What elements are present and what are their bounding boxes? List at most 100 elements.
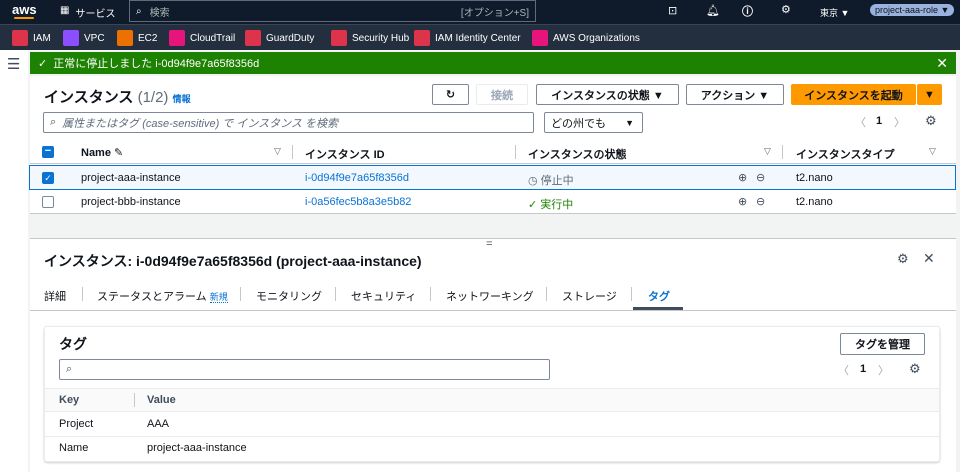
caret-down-icon: ▼ (924, 88, 935, 101)
column-header-key[interactable]: Key (59, 394, 79, 406)
favorite-iam[interactable]: IAM (12, 30, 51, 46)
zoom-in-icon[interactable]: ⊕ (738, 171, 747, 184)
help-icon[interactable]: ⓘ (742, 3, 753, 19)
tab-status-alarms[interactable]: ステータスとアラーム 新規 (97, 288, 228, 304)
tab-details[interactable]: 詳細 (44, 288, 66, 304)
instance-state-dropdown[interactable]: インスタンスの状態 ▼ (536, 84, 679, 105)
hamburger-menu-icon[interactable]: ☰ (7, 55, 20, 73)
instance-search-input[interactable]: ⌕ 属性またはタグ (case-sensitive) で インスタンス を検索 (43, 112, 534, 133)
settings-icon[interactable]: ⚙ (909, 361, 921, 377)
gear-icon[interactable]: ⚙ (781, 3, 791, 16)
clock-icon: ◷ (528, 175, 538, 187)
row-checkbox[interactable] (42, 196, 54, 208)
instance-type: t2.nano (796, 172, 833, 184)
region-filter-select[interactable]: どの州でも ▼ (544, 112, 643, 133)
check-circle-icon: ✓ (38, 57, 48, 70)
row-checkbox[interactable]: ✓ (42, 172, 54, 184)
table-row[interactable]: project-bbb-instance i-0a56fec5b8a3e5b82… (30, 190, 956, 214)
close-icon[interactable]: ✕ (936, 55, 948, 72)
zoom-out-icon[interactable]: ⊖ (756, 171, 765, 184)
close-panel-icon[interactable]: ✕ (923, 250, 935, 267)
detail-title: インスタンス: i-0d94f9e7a65f8356d (project-aaa… (44, 253, 422, 269)
tab-monitoring[interactable]: モニタリング (256, 288, 322, 304)
favorites-bar: IAM VPC EC2 CloudTrail GuardDuty Security Hub… (0, 24, 960, 50)
prev-page-icon[interactable]: 〈 (838, 362, 849, 378)
column-header-instance-id[interactable]: インスタンス ID (305, 146, 385, 162)
cloudshell-icon[interactable]: ⊡ (668, 4, 677, 17)
tag-search-input[interactable]: ⌕ (59, 359, 550, 380)
connect-button[interactable]: 接続 (476, 84, 528, 105)
zoom-out-icon[interactable]: ⊖ (756, 195, 765, 208)
instance-name: project-aaa-instance (81, 172, 181, 184)
refresh-icon: ↻ (445, 89, 456, 101)
global-search-input[interactable]: ⌕ 検索 [オプション+S] (129, 0, 536, 22)
tab-security[interactable]: セキュリティ (351, 288, 416, 304)
tag-key: Project (59, 418, 94, 430)
instance-id-link[interactable]: i-0a56fec5b8a3e5b82 (305, 196, 411, 208)
drag-handle[interactable]: = (486, 238, 492, 250)
instance-name: project-bbb-instance (81, 196, 181, 208)
favorite-ec2[interactable]: EC2 (117, 30, 157, 46)
column-header-instance-state[interactable]: インスタンスの状態 (528, 146, 627, 162)
account-role-menu[interactable]: project-aaa-role ▼ (870, 4, 955, 16)
sidebar-collapsed (0, 50, 28, 472)
aws-logo-smile (14, 17, 34, 19)
filter-icon[interactable]: ▽ (274, 146, 281, 157)
info-link[interactable]: 情報 (173, 94, 191, 104)
tag-key: Name (59, 442, 89, 454)
select-all-checkbox[interactable]: − (42, 146, 54, 158)
service-icon (245, 30, 261, 46)
tab-tags[interactable]: タグ (648, 288, 670, 304)
grid-icon: ▦ (60, 5, 70, 16)
table-row[interactable]: ✓ project-aaa-instance i-0d94f9e7a65f835… (29, 165, 956, 190)
manage-tags-button[interactable]: タグを管理 (840, 333, 925, 355)
launch-dropdown-button[interactable]: ▼ (917, 84, 942, 105)
search-icon: ⌕ (50, 116, 57, 128)
favorite-vpc[interactable]: VPC (63, 30, 105, 46)
favorite-guardduty[interactable]: GuardDuty (245, 30, 314, 46)
column-header-value[interactable]: Value (147, 394, 176, 406)
tag-value: AAA (147, 418, 170, 430)
aws-logo[interactable]: aws (12, 2, 37, 17)
success-flash: ✓ 正常に停止しました i-0d94f9e7a65f8356d ✕ (30, 52, 956, 74)
instance-id-link[interactable]: i-0d94f9e7a65f8356d (305, 172, 409, 184)
page-number[interactable]: 1 (876, 115, 882, 127)
service-icon (414, 30, 430, 46)
page-number[interactable]: 1 (860, 363, 866, 375)
actions-dropdown[interactable]: アクション ▼ (686, 84, 784, 105)
tab-networking[interactable]: ネットワーキング (446, 288, 534, 304)
favorite-aws-organizations[interactable]: AWS Organizations (532, 30, 640, 46)
status-stopped: ◷ 停止中 (528, 175, 574, 187)
favorite-cloudtrail[interactable]: CloudTrail (169, 30, 235, 46)
next-page-icon[interactable]: 〉 (878, 362, 889, 378)
filter-icon[interactable]: ▽ (929, 146, 936, 157)
refresh-button[interactable]: ↻ (432, 84, 469, 105)
bell-icon[interactable]: 🔔︎ (706, 4, 720, 17)
service-icon (63, 30, 79, 46)
caret-down-icon: ▼ (625, 117, 634, 128)
column-header-instance-type[interactable]: インスタンスタイプ (796, 146, 895, 162)
service-icon (331, 30, 347, 46)
filter-icon[interactable]: ▽ (764, 146, 771, 157)
zoom-in-icon[interactable]: ⊕ (738, 195, 747, 208)
next-page-icon[interactable]: 〉 (894, 114, 905, 130)
search-icon: ⌕ (136, 5, 142, 17)
tab-storage[interactable]: ストレージ (562, 288, 617, 304)
settings-icon[interactable]: ⚙ (925, 113, 937, 129)
page-title: インスタンス (1/2) 情報 (44, 89, 191, 106)
check-circle-icon: ✓ (528, 199, 538, 211)
instance-type: t2.nano (796, 196, 833, 208)
column-header-name[interactable]: Name ✎ (81, 146, 123, 159)
tags-heading: タグ (59, 336, 87, 352)
favorite-security-hub[interactable]: Security Hub (331, 30, 409, 46)
service-icon (117, 30, 133, 46)
settings-icon[interactable]: ⚙ (897, 251, 909, 267)
launch-instances-button[interactable]: インスタンスを起動 (791, 84, 916, 105)
service-icon (532, 30, 548, 46)
region-selector[interactable]: 東京 ▼ (820, 6, 849, 19)
prev-page-icon[interactable]: 〈 (855, 114, 866, 130)
search-icon: ⌕ (66, 363, 73, 375)
edit-icon: ✎ (114, 147, 124, 159)
services-menu[interactable]: ▦ サービス (60, 5, 115, 20)
favorite-iam-identity-center[interactable]: IAM Identity Center (414, 30, 521, 46)
